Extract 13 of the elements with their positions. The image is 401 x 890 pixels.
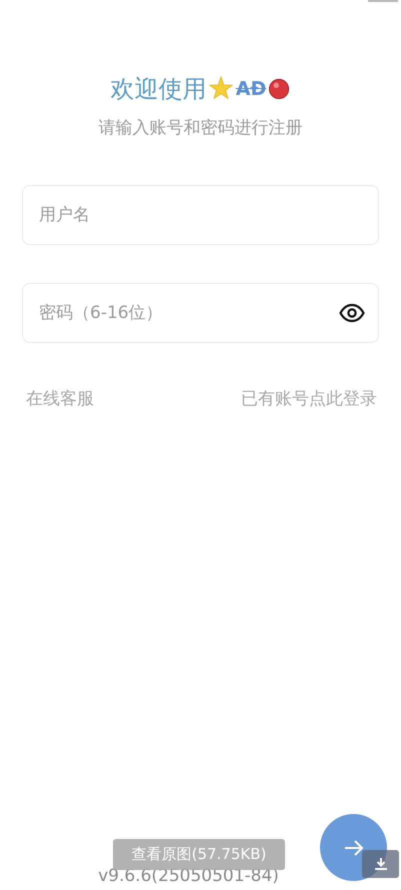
input-field[interactable]: 密码（6-16位） <box>22 283 379 343</box>
subtitle: 请输入账号和密码进行注册 <box>98 117 302 139</box>
support-link[interactable]: 在线客服 <box>26 387 94 410</box>
welcome-title: 欢迎使用 <box>110 74 207 105</box>
brand-text: AĐ <box>236 78 266 100</box>
input-field[interactable]: 用户名 <box>22 185 379 245</box>
download-button[interactable] <box>362 850 399 878</box>
view-original-button[interactable]: 查看原图(57.75KB) <box>113 839 285 870</box>
login-link[interactable]: 已有账号点此登录 <box>241 387 377 410</box>
star-icon <box>208 76 234 102</box>
eye-icon[interactable] <box>339 303 365 323</box>
ball-icon <box>268 78 290 100</box>
download-icon <box>372 856 388 872</box>
